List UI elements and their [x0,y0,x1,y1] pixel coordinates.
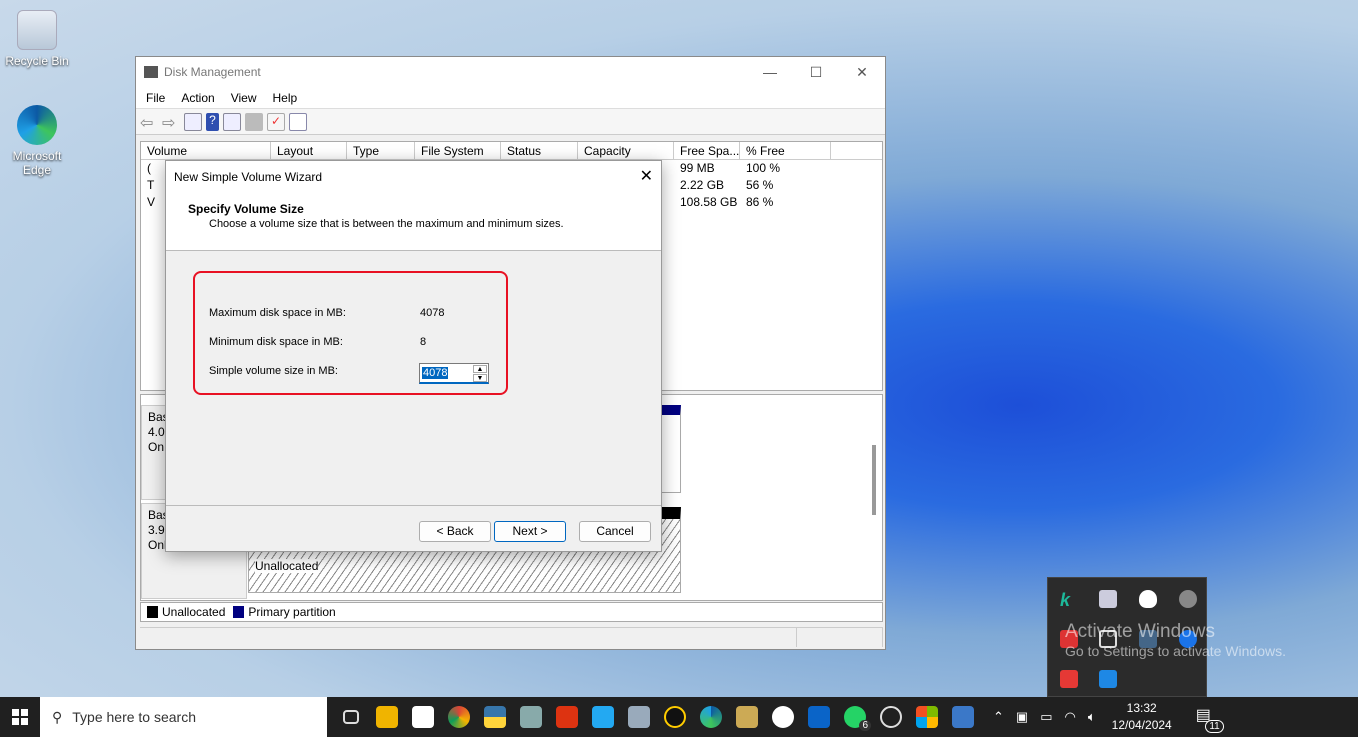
windows-icon [12,709,28,725]
menu-help[interactable]: Help [265,91,306,105]
spin-up-icon[interactable]: ▲ [473,365,487,373]
legend-swatch-unallocated [147,606,158,618]
vscode-button[interactable] [585,697,621,737]
back-arrow-icon[interactable]: ⇦ [140,113,158,132]
connect-icon[interactable] [245,112,263,131]
wifi-icon[interactable]: ◠ [1065,709,1076,725]
min-label: Minimum disk space in MB: [209,336,343,348]
whatsapp-badge: 6 [859,720,871,731]
remote-desktop-button[interactable] [513,697,549,737]
menu-action[interactable]: Action [173,91,222,105]
col-file-system[interactable]: File System [415,142,501,159]
taskbar: ⚲ Type here to search 6 ⌃ ▣ ▭ ◠ 🔈︎ 13:32 1… [0,697,1358,737]
next-button[interactable]: Next > [494,521,566,542]
search-icon: ⚲ [52,708,63,725]
volume-icon[interactable]: 🔈︎ [1088,709,1096,725]
col-status[interactable]: Status [501,142,578,159]
spin-down-icon[interactable]: ▼ [473,374,487,382]
wizard-subheading: Choose a volume size that is between the… [209,218,564,230]
toolbar: ⇦ ⇨ ? ✓ [136,109,885,135]
cancel-button[interactable]: Cancel [579,521,651,542]
legend: Unallocated Primary partition [140,602,883,622]
help-icon[interactable]: ? [206,112,219,131]
file-explorer-button[interactable] [369,697,405,737]
back-button[interactable]: < Back [419,521,491,542]
menu-view[interactable]: View [223,91,265,105]
min-value: 8 [420,336,427,348]
whatsapp-button[interactable]: 6 [837,697,873,737]
virtualbox-button[interactable] [621,697,657,737]
primary-partition-block[interactable] [661,405,681,493]
outlook-button[interactable] [801,697,837,737]
display-icon[interactable] [1099,590,1117,608]
max-label: Maximum disk space in MB: [209,307,346,319]
desktop-icon-recycle-bin[interactable]: Recycle Bin [2,10,72,68]
wizard-close-button[interactable]: ✕ [640,166,653,186]
udemy-button[interactable] [765,697,801,737]
start-button[interactable] [0,697,40,737]
wizard-header: New Simple Volume Wizard ✕ Specify Volum… [166,161,661,251]
task-view-button[interactable] [333,697,369,737]
clock[interactable]: 13:32 12/04/2024 [1112,700,1172,734]
col-capacity[interactable]: Capacity [578,142,674,159]
menu-file[interactable]: File [138,91,173,105]
disk-management-icon [144,66,158,78]
recycle-bin-icon [17,10,57,50]
chrome-button[interactable] [441,697,477,737]
legend-swatch-primary [233,606,245,618]
store-button[interactable] [405,697,441,737]
forward-arrow-icon[interactable]: ⇨ [162,113,180,132]
camera-icon[interactable]: ▣ [1016,709,1028,725]
battery-icon[interactable]: ▭ [1040,709,1052,725]
microsoft-button[interactable] [909,697,945,737]
max-value: 4078 [420,307,445,319]
col-volume[interactable]: Volume [141,142,271,159]
size-label: Simple volume size in MB: [209,365,338,377]
col-percent-free[interactable]: % Free [740,142,831,159]
p-app-icon[interactable] [1060,670,1078,688]
col-layout[interactable]: Layout [271,142,347,159]
volume-size-stepper[interactable]: 4078 ▲ ▼ [419,363,489,384]
close-button[interactable]: ✕ [839,57,885,87]
tools-button[interactable] [729,697,765,737]
title-bar: Disk Management — ☐ ✕ [136,57,885,87]
onedrive-icon[interactable] [1179,590,1197,608]
desktop-icon-edge[interactable]: Microsoft Edge [2,105,72,177]
media-player-button[interactable] [873,697,909,737]
edge-button[interactable] [693,697,729,737]
kaspersky-icon[interactable]: k [1060,590,1078,610]
status-bar [140,627,883,647]
window-title: Disk Management [164,65,261,79]
volume-size-input[interactable]: 4078 [422,367,449,379]
action-pane-icon[interactable] [223,112,241,131]
python-button[interactable] [477,697,513,737]
penguin-app-button[interactable] [657,697,693,737]
acrobat-button[interactable] [549,697,585,737]
chevron-up-icon[interactable]: ⌃ [993,709,1004,725]
edge-icon [17,105,57,145]
wizard-heading: Specify Volume Size [188,202,304,216]
checklist-icon[interactable]: ✓ [267,112,285,131]
col-type[interactable]: Type [347,142,415,159]
outlook-app-icon[interactable] [1099,670,1117,688]
search-box[interactable]: ⚲ Type here to search [40,697,327,737]
new-simple-volume-wizard: New Simple Volume Wizard ✕ Specify Volum… [165,160,662,552]
security-shield-icon[interactable] [1139,590,1157,608]
menu-bar: File Action View Help [136,87,885,109]
wizard-title: New Simple Volume Wizard [174,170,323,184]
network-computer-button[interactable] [945,697,981,737]
scrollbar[interactable] [872,445,876,515]
maximize-button[interactable]: ☐ [793,57,839,87]
console-tree-icon[interactable] [184,112,202,131]
activation-watermark: Activate Windows Go to Settings to activ… [1065,621,1286,659]
minimize-button[interactable]: — [747,57,793,87]
notification-center-button[interactable]: ▤ 11 [1196,705,1224,733]
volume-list-header: Volume Layout Type File System Status Ca… [141,142,882,160]
properties-icon[interactable] [289,112,307,131]
col-free-space[interactable]: Free Spa... [674,142,740,159]
